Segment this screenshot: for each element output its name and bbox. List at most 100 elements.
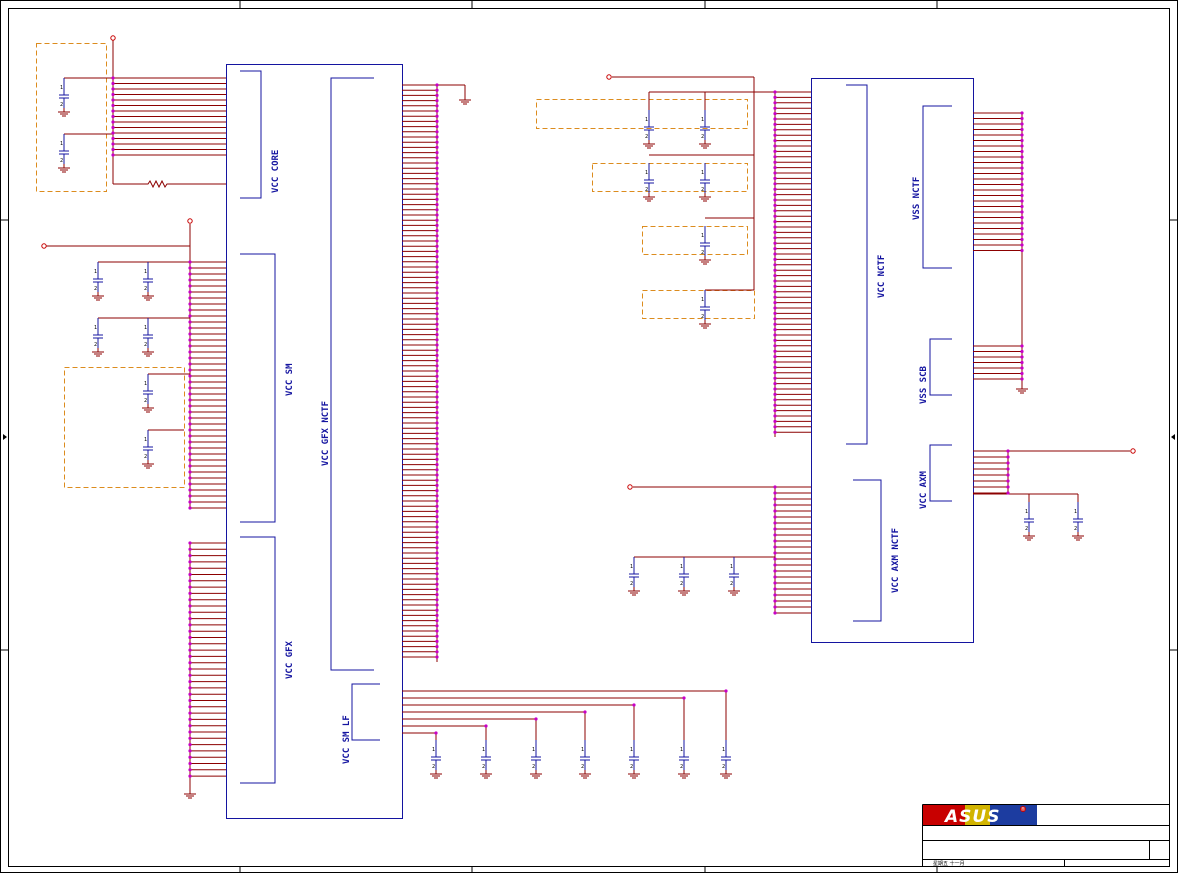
junction-dot — [773, 563, 777, 567]
junction-dot — [188, 320, 192, 324]
junction-dot — [435, 265, 439, 269]
capacitor-pin: 2 — [144, 286, 147, 292]
junction-dot — [435, 587, 439, 592]
junction-dot — [773, 139, 777, 143]
net-port — [627, 484, 633, 490]
junction-dot — [188, 736, 192, 740]
junction-dot — [188, 278, 192, 282]
junction-dot — [773, 539, 777, 543]
junction-dot — [773, 133, 777, 137]
junction-dot — [435, 598, 439, 602]
junction-dot — [435, 499, 439, 503]
junction-dot — [773, 503, 777, 507]
junction-dot — [435, 286, 439, 290]
capacitor-pin: 1 — [730, 564, 733, 570]
junction-dot — [435, 249, 439, 253]
junction-dot — [435, 535, 439, 540]
junction-dot — [773, 155, 777, 159]
junction-dot — [111, 142, 115, 146]
junction-dot — [435, 353, 439, 357]
registered-mark: ® — [1021, 806, 1026, 813]
junction-dot — [1006, 491, 1010, 495]
label-vcc-core: VCC CORE — [271, 150, 281, 193]
junction-dot — [435, 426, 439, 430]
junction-dot — [435, 442, 439, 446]
capacitor-pin: 1 — [581, 747, 584, 753]
junction-dot — [435, 468, 439, 472]
capacitor-pin: 2 — [94, 286, 97, 292]
junction-dot — [773, 279, 777, 283]
junction-dot — [188, 642, 192, 646]
junction-dot — [435, 213, 439, 217]
junction-dot — [188, 629, 192, 633]
junction-dot — [435, 260, 439, 264]
junction-dot — [773, 382, 777, 386]
capacitor-pin: 2 — [680, 581, 683, 587]
junction-dot — [188, 560, 192, 564]
junction-dot — [773, 392, 777, 396]
junction-dot — [111, 81, 115, 86]
junction-dot — [773, 419, 777, 423]
junction-dot — [773, 317, 777, 321]
ground-symbol — [58, 164, 70, 173]
junction-dot — [188, 476, 192, 480]
junction-dot — [188, 332, 192, 336]
junction-dot — [435, 541, 439, 545]
capacitor-pin: 1 — [630, 747, 633, 753]
junction-dot — [188, 356, 192, 360]
capacitor-pin: 2 — [680, 764, 683, 770]
junction-dot — [773, 160, 777, 164]
capacitor-pin: 2 — [1025, 526, 1028, 532]
junction-dot — [188, 410, 192, 414]
junction-dot — [773, 95, 777, 99]
junction-dot — [435, 572, 439, 576]
junction-dot — [1020, 166, 1024, 170]
junction-dot — [188, 572, 192, 577]
junction-dot — [435, 525, 439, 529]
junction-dot — [1020, 133, 1024, 137]
junction-dot — [435, 577, 439, 581]
capacitor-pin: 2 — [482, 764, 485, 770]
junction-dot — [435, 333, 439, 337]
junction-dot — [188, 260, 192, 264]
junction-dot — [435, 504, 439, 508]
junction-dot — [435, 379, 439, 383]
main-ic-symbol — [226, 64, 403, 819]
junction-dot — [435, 483, 439, 487]
junction-dot — [773, 214, 777, 218]
junction-dot — [1020, 111, 1024, 115]
junction-dot — [534, 717, 538, 721]
junction-dot — [188, 290, 192, 294]
ground-symbol — [699, 193, 711, 202]
junction-dot — [435, 177, 439, 181]
junction-dot — [583, 710, 587, 714]
ground-symbol — [720, 770, 732, 779]
capacitor-pin: 2 — [645, 187, 648, 193]
capacitor-pin: 2 — [94, 342, 97, 348]
capacitor-pin: 2 — [630, 764, 633, 770]
ground-symbol — [1023, 532, 1035, 541]
capacitor-pin: 1 — [482, 747, 485, 753]
junction-dot — [435, 255, 439, 259]
capacitor-pin: 1 — [94, 269, 97, 275]
junction-dot — [435, 395, 439, 399]
junction-dot — [1006, 485, 1010, 489]
junction-dot — [435, 655, 439, 659]
junction-dot — [188, 661, 192, 665]
capacitor-pin: 1 — [432, 747, 435, 753]
junction-dot — [435, 645, 439, 649]
ground-symbol — [579, 770, 591, 779]
junction-dot — [111, 114, 115, 119]
ground-symbol — [142, 460, 154, 469]
resistor — [113, 179, 226, 189]
junction-dot — [435, 359, 439, 363]
junction-dot — [773, 166, 777, 170]
junction-dot — [773, 557, 777, 561]
ground-symbol — [628, 587, 640, 596]
junction-dot — [435, 119, 439, 123]
junction-dot — [435, 556, 439, 560]
junction-dot — [773, 569, 777, 573]
junction-dot — [773, 209, 777, 213]
junction-dot — [1020, 243, 1024, 247]
junction-dot — [1020, 210, 1024, 214]
